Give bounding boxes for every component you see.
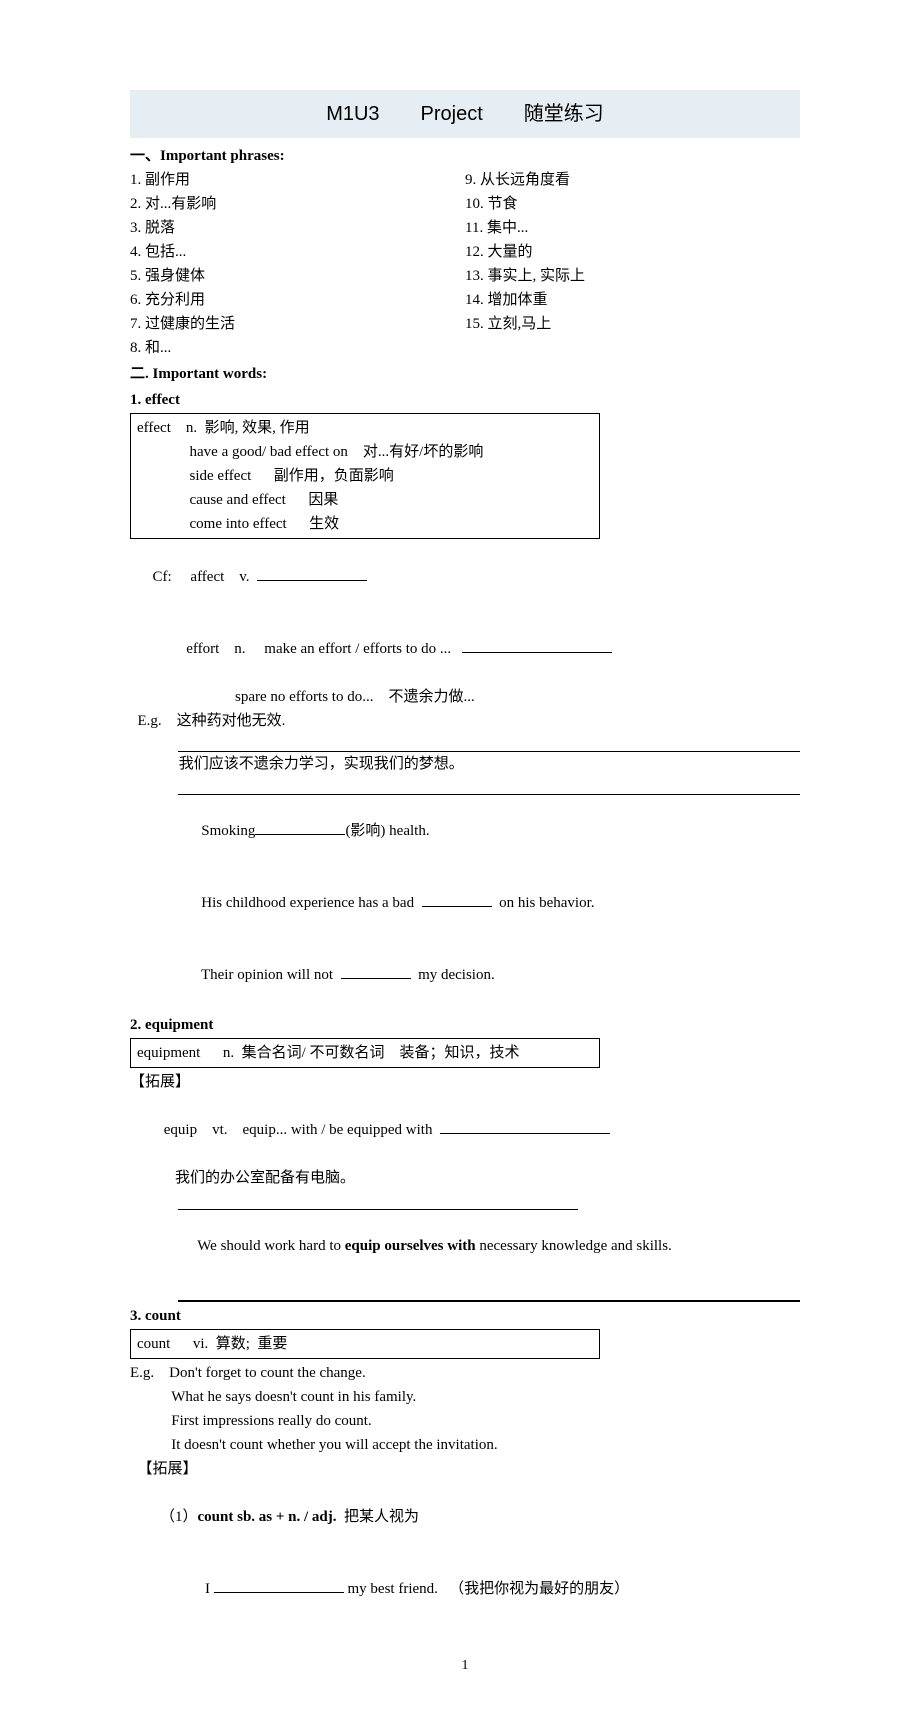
phrase-item: 7. 过健康的生活: [130, 312, 465, 336]
blank-line-bold: [130, 1282, 800, 1302]
phrases-columns: 1. 副作用 2. 对...有影响 3. 脱落 4. 包括... 5. 强身健体…: [130, 168, 800, 360]
blank-underline[interactable]: [214, 1578, 344, 1593]
text-b: my best friend. （我把你视为最好的朋友）: [344, 1581, 629, 1597]
text-b: on his behavior.: [492, 895, 595, 911]
phrase-item: 4. 包括...: [130, 240, 465, 264]
word1-heading: 1. effect: [130, 388, 800, 412]
box-line: have a good/ bad effect on 对...有好/坏的影响: [137, 440, 593, 464]
phrases-left-col: 1. 副作用 2. 对...有影响 3. 脱落 4. 包括... 5. 强身健体…: [130, 168, 465, 360]
line-cn: 我们的办公室配备有电脑。: [130, 1166, 800, 1190]
box-line: cause and effect 因果: [137, 488, 593, 512]
phrase-item: 9. 从长远角度看: [465, 168, 800, 192]
phrases-right-col: 9. 从长远角度看 10. 节食 11. 集中... 12. 大量的 13. 事…: [465, 168, 800, 360]
cf-label: Cf: affect v.: [153, 569, 258, 585]
text-a: Their opinion will not: [153, 967, 341, 983]
word2-box: equipment n. 集合名词/ 不可数名词 装备；知识，技术: [130, 1038, 600, 1068]
eg-line: What he says doesn't count in his family…: [130, 1385, 800, 1409]
phrase-item: 11. 集中...: [465, 216, 800, 240]
box-line: count vi. 算数; 重要: [137, 1332, 593, 1356]
blank-underline[interactable]: [178, 776, 800, 795]
phrase-item: 5. 强身健体: [130, 264, 465, 288]
phrase-item: 13. 事实上, 实际上: [465, 264, 800, 288]
line-equip: equip vt. equip... with / be equipped wi…: [130, 1094, 800, 1166]
title-bar: M1U3 Project 随堂练习: [130, 90, 800, 138]
bold-phrase: count sb. as + n. / adj.: [198, 1509, 337, 1525]
line-count-fill: I my best friend. （我把你视为最好的朋友）: [130, 1553, 800, 1625]
text-b: necessary knowledge and skills.: [476, 1238, 672, 1254]
blank-underline[interactable]: [257, 567, 367, 582]
line-count-as: （1）count sb. as + n. / adj. 把某人视为: [130, 1481, 800, 1553]
phrase-item: 6. 充分利用: [130, 288, 465, 312]
line-eg: E.g. 这种药对他无效.: [130, 709, 800, 733]
phrase-item: 2. 对...有影响: [130, 192, 465, 216]
box-line: come into effect 生效: [137, 512, 593, 536]
blank-line: [130, 776, 800, 795]
blank-line: [130, 733, 800, 752]
eg-line: It doesn't count whether you will accept…: [130, 1433, 800, 1457]
word1-notes: Cf: affect v. effort n. make an effort /…: [130, 541, 800, 1011]
effort-text: effort n. make an effort / efforts to do…: [153, 641, 463, 657]
text-b: my decision.: [411, 967, 495, 983]
word3-notes: E.g. Don't forget to count the change. W…: [130, 1361, 800, 1625]
blank-underline[interactable]: [341, 965, 411, 980]
word1-box: effect n. 影响, 效果, 作用 have a good/ bad ef…: [130, 413, 600, 539]
line-cf: Cf: affect v.: [130, 541, 800, 613]
blank-underline[interactable]: [440, 1120, 610, 1135]
word3-heading: 3. count: [130, 1304, 800, 1328]
bold-phrase: equip ourselves with: [345, 1238, 476, 1254]
title-cn: 随堂练习: [524, 103, 604, 125]
title-project: Project: [421, 103, 483, 125]
word2-heading: 2. equipment: [130, 1013, 800, 1037]
text-a: equip vt. equip... with / be equipped wi…: [153, 1122, 440, 1138]
title-module: M1U3: [326, 103, 379, 125]
text-a: We should work hard to: [153, 1238, 345, 1254]
line-effort1: effort n. make an effort / efforts to do…: [130, 613, 800, 685]
phrase-item: 14. 增加体重: [465, 288, 800, 312]
blank-underline[interactable]: [255, 821, 345, 836]
blank-line: [130, 1190, 800, 1210]
line-childhood: His childhood experience has a bad on hi…: [130, 867, 800, 939]
phrase-item: 3. 脱落: [130, 216, 465, 240]
section1-heading: 一、Important phrases:: [130, 144, 800, 168]
section2-heading: 二. Important words:: [130, 362, 800, 386]
document-page: M1U3 Project 随堂练习 一、Important phrases: 1…: [0, 0, 920, 1717]
line-smoking: Smoking (影响) health.: [130, 795, 800, 867]
eg-line: First impressions really do count.: [130, 1409, 800, 1433]
text-a: （1）: [153, 1509, 198, 1525]
line-cn1: 我们应该不遗余力学习，实现我们的梦想。: [130, 752, 800, 776]
box-line: side effect 副作用，负面影响: [137, 464, 593, 488]
line-effort2: spare no efforts to do... 不遗余力做...: [130, 685, 800, 709]
line-opinion: Their opinion will not my decision.: [130, 939, 800, 1011]
line-en: We should work hard to equip ourselves w…: [130, 1210, 800, 1282]
text-a: His childhood experience has a bad: [153, 895, 422, 911]
text-a: Smoking: [153, 823, 256, 839]
blank-underline[interactable]: [178, 1282, 800, 1302]
text-a: I: [153, 1581, 214, 1597]
blank-underline[interactable]: [422, 893, 492, 908]
blank-underline[interactable]: [462, 639, 612, 654]
page-number: 1: [130, 1655, 800, 1677]
phrase-item: 10. 节食: [465, 192, 800, 216]
line-ext: 【拓展】: [130, 1070, 800, 1094]
phrase-item: 1. 副作用: [130, 168, 465, 192]
word2-notes: 【拓展】 equip vt. equip... with / be equipp…: [130, 1070, 800, 1302]
text-b: 把某人视为: [337, 1509, 420, 1525]
phrase-item: 8. 和...: [130, 336, 465, 360]
phrase-item: 15. 立刻,马上: [465, 312, 800, 336]
blank-underline[interactable]: [178, 1190, 800, 1210]
box-line: equipment n. 集合名词/ 不可数名词 装备；知识，技术: [137, 1041, 593, 1065]
box-line: effect n. 影响, 效果, 作用: [137, 416, 593, 440]
blank-underline[interactable]: [178, 733, 800, 752]
eg-line: E.g. Don't forget to count the change.: [130, 1361, 800, 1385]
word3-box: count vi. 算数; 重要: [130, 1329, 600, 1359]
line-ext: 【拓展】: [130, 1457, 800, 1481]
text-b: (影响) health.: [345, 823, 429, 839]
phrase-item: 12. 大量的: [465, 240, 800, 264]
